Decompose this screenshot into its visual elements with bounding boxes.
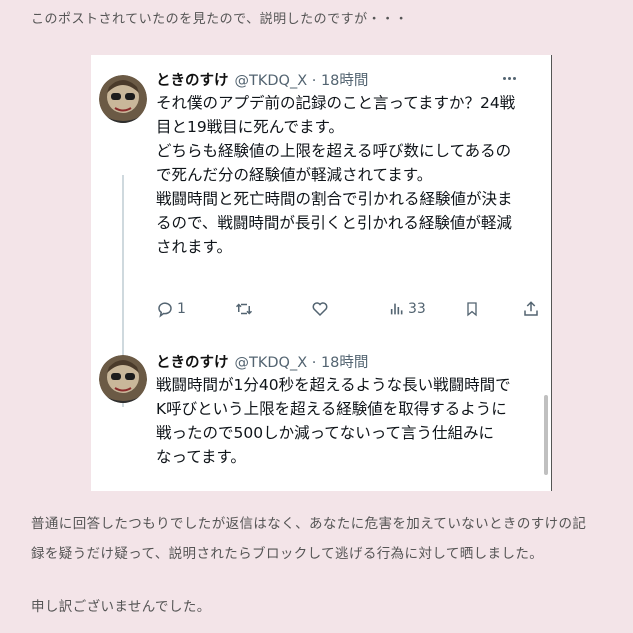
share-button[interactable]: [522, 299, 540, 319]
apology-text: 申し訳ございませんでした。: [31, 592, 211, 622]
tweet-header: ときのすけ @TKDQ_X · 18時間: [156, 69, 368, 90]
paragraph-line: 普通に回答したつもりでしたが返信はなく、あなたに危害を加えていないときのすけの記: [31, 516, 587, 532]
tweet-line: 目と19戦目に死んでます。: [156, 118, 344, 136]
handle-and-time[interactable]: @TKDQ_X · 18時間: [235, 355, 369, 371]
bookmark-button[interactable]: [464, 299, 480, 319]
avatar[interactable]: [99, 355, 147, 403]
avatar[interactable]: [99, 75, 147, 123]
tweet-header: ときのすけ @TKDQ_X · 18時間: [156, 351, 368, 372]
paragraph-line: 録を疑うだけ疑って、説明されたらブロックして逃げる行為に対して晒しました。: [31, 546, 544, 562]
views-count: 33: [408, 301, 426, 317]
like-icon: [312, 302, 328, 317]
tweet-line: なってます。: [156, 448, 246, 466]
tweet-text: 戦闘時間が1分40秒を超えるような長い戦闘時間で K呼びという上限を超える経験値…: [156, 373, 546, 469]
display-name[interactable]: ときのすけ: [156, 73, 229, 89]
share-icon: [524, 301, 538, 316]
like-button[interactable]: [311, 299, 332, 319]
reply-button[interactable]: 1: [156, 299, 186, 319]
more-icon[interactable]: [503, 77, 521, 83]
apology-line: 申し訳ございませんでした。: [31, 599, 211, 615]
tweet-line: K呼びという上限を超える経験値を取得するように: [156, 400, 507, 418]
tweet-line: どちらも経験値の上限を超える呼び数にしてあるの: [156, 142, 512, 160]
tweet-line: それ僕のアプデ前の記録のこと言ってますか？24戦: [156, 94, 516, 112]
tweet-line: されます。: [156, 238, 232, 256]
intro-text: このポストされていたのを見たので、説明したのですが・・・: [31, 12, 409, 27]
action-bar: 1 33: [156, 299, 544, 321]
tweet-line: 戦闘時間が1分40秒を超えるような長い戦闘時間で: [156, 376, 511, 394]
tweet-line: で死んだ分の経験値が軽減されてます。: [156, 166, 433, 184]
retweet-icon: [235, 303, 253, 315]
explanation-paragraph: 普通に回答したつもりでしたが返信はなく、あなたに危害を加えていないときのすけの記…: [31, 509, 586, 569]
views-icon: [390, 303, 403, 315]
tweet-line: 戦闘時間と死亡時間の割合で引かれる経験値が決ま: [156, 190, 513, 208]
embedded-screenshot: ときのすけ @TKDQ_X · 18時間 それ僕のアプデ前の記録のこと言ってますか…: [91, 55, 552, 491]
tweet-1: ときのすけ @TKDQ_X · 18時間 それ僕のアプデ前の記録のこと言ってますか…: [91, 69, 541, 339]
display-name[interactable]: ときのすけ: [156, 355, 229, 371]
reply-icon: [158, 302, 172, 318]
retweet-button[interactable]: [234, 299, 257, 319]
tweet-text: それ僕のアプデ前の記録のこと言ってますか？24戦 目と19戦目に死んでます。 ど…: [156, 91, 546, 259]
views-button[interactable]: 33: [389, 299, 426, 319]
scrollbar[interactable]: [544, 395, 548, 475]
reply-count: 1: [177, 301, 186, 317]
tweet-2: ときのすけ @TKDQ_X · 18時間 戦闘時間が1分40秒を超えるような長い戦…: [91, 351, 541, 491]
tweet-line: るので、戦闘時間が長引くと引かれる経験値が軽減: [156, 214, 512, 232]
tweet-line: 戦ったので500しか減ってないって言う仕組みに: [156, 424, 495, 442]
bookmark-icon: [467, 302, 477, 317]
handle-and-time[interactable]: @TKDQ_X · 18時間: [235, 73, 369, 89]
